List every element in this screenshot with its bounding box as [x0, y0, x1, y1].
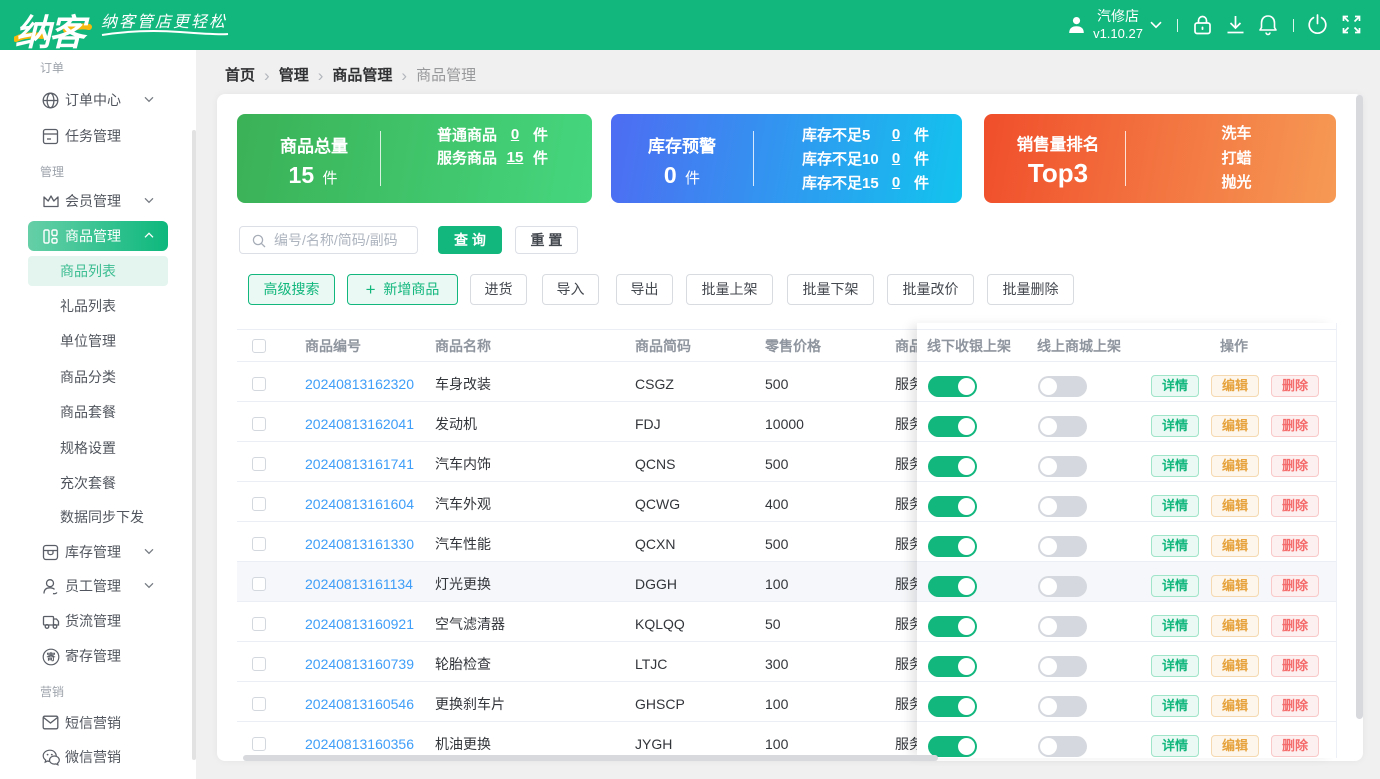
svg-text:寄: 寄	[46, 651, 55, 662]
